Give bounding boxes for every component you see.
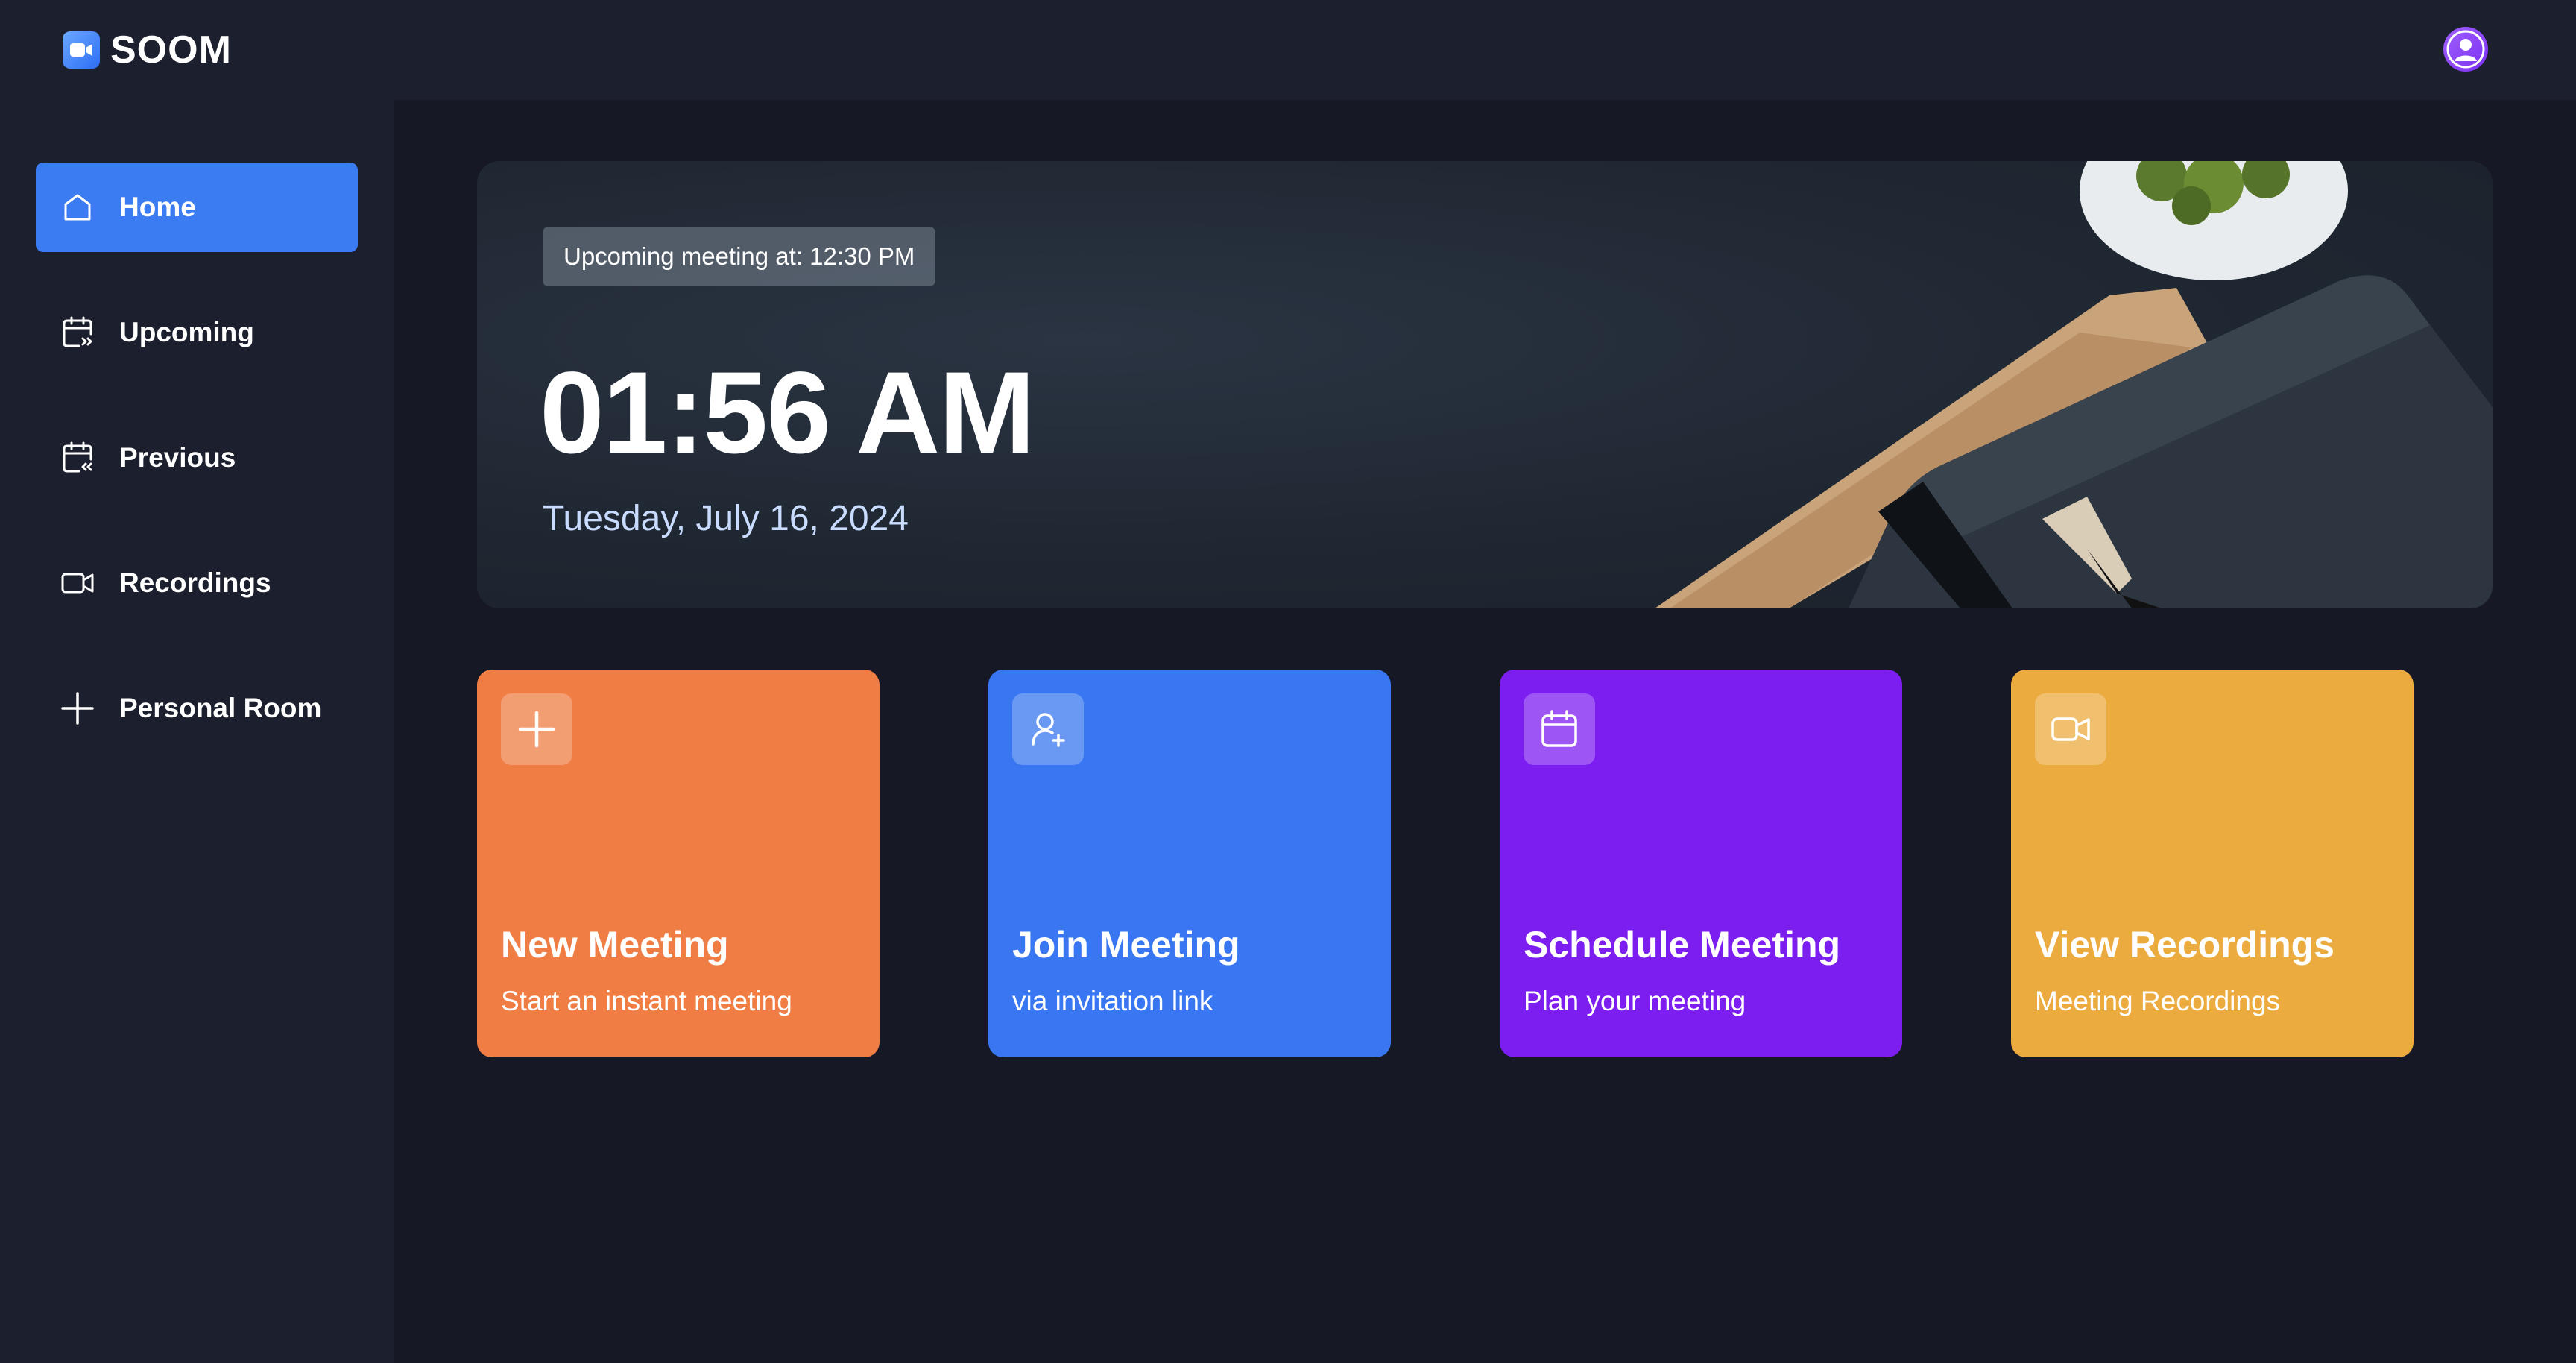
upcoming-meeting-badge: Upcoming meeting at: 12:30 PM — [543, 227, 936, 286]
calendar-previous-icon — [58, 438, 97, 477]
app-name: SOOM — [110, 28, 232, 72]
card-subtitle: Plan your meeting — [1524, 986, 1746, 1016]
video-icon — [58, 564, 97, 602]
sidebar-item-label: Personal Room — [119, 693, 322, 723]
sidebar-item-home[interactable]: Home — [36, 163, 358, 252]
sidebar-item-upcoming[interactable]: Upcoming — [36, 288, 358, 377]
new-meeting-card[interactable]: New Meeting Start an instant meeting — [477, 670, 880, 1057]
app-root: SOOM Home Upcoming Previous Recordings P… — [0, 0, 2576, 1363]
action-cards: New Meeting Start an instant meeting Joi… — [477, 670, 2493, 1057]
join-meeting-card[interactable]: Join Meeting via invitation link — [988, 670, 1391, 1057]
sidebar-item-recordings[interactable]: Recordings — [36, 538, 358, 628]
sidebar: Home Upcoming Previous Recordings Person… — [0, 100, 394, 1363]
main-content: Upcoming meeting at: 12:30 PM 01:56 AM T… — [394, 100, 2576, 1363]
top-bar: SOOM — [0, 0, 2576, 100]
schedule-meeting-card[interactable]: Schedule Meeting Plan your meeting — [1500, 670, 1902, 1057]
logo[interactable]: SOOM — [63, 28, 232, 72]
plus-icon — [58, 689, 97, 728]
current-time: 01:56 AM — [540, 348, 1035, 478]
hero-banner: Upcoming meeting at: 12:30 PM 01:56 AM T… — [477, 161, 2493, 608]
home-icon — [58, 188, 97, 227]
sidebar-item-label: Recordings — [119, 567, 271, 598]
card-title: New Meeting — [501, 924, 729, 966]
plus-icon — [501, 693, 572, 765]
card-subtitle: Start an instant meeting — [501, 986, 792, 1016]
video-icon — [2035, 693, 2106, 765]
card-subtitle: via invitation link — [1012, 986, 1213, 1016]
current-date: Tuesday, July 16, 2024 — [543, 499, 909, 538]
sidebar-item-label: Upcoming — [119, 317, 254, 347]
sidebar-item-label: Previous — [119, 442, 236, 473]
logo-icon — [63, 31, 100, 69]
sidebar-item-label: Home — [119, 192, 196, 222]
add-user-icon — [1012, 693, 1084, 765]
card-subtitle: Meeting Recordings — [2035, 986, 2281, 1016]
card-title: View Recordings — [2035, 924, 2334, 966]
user-avatar[interactable] — [2443, 27, 2488, 72]
calendar-upcoming-icon — [58, 313, 97, 352]
sidebar-item-personal-room[interactable]: Personal Room — [36, 664, 358, 753]
sidebar-item-previous[interactable]: Previous — [36, 413, 358, 503]
calendar-icon — [1524, 693, 1595, 765]
view-recordings-card[interactable]: View Recordings Meeting Recordings — [2011, 670, 2414, 1057]
card-title: Schedule Meeting — [1524, 924, 1841, 966]
card-title: Join Meeting — [1012, 924, 1240, 966]
